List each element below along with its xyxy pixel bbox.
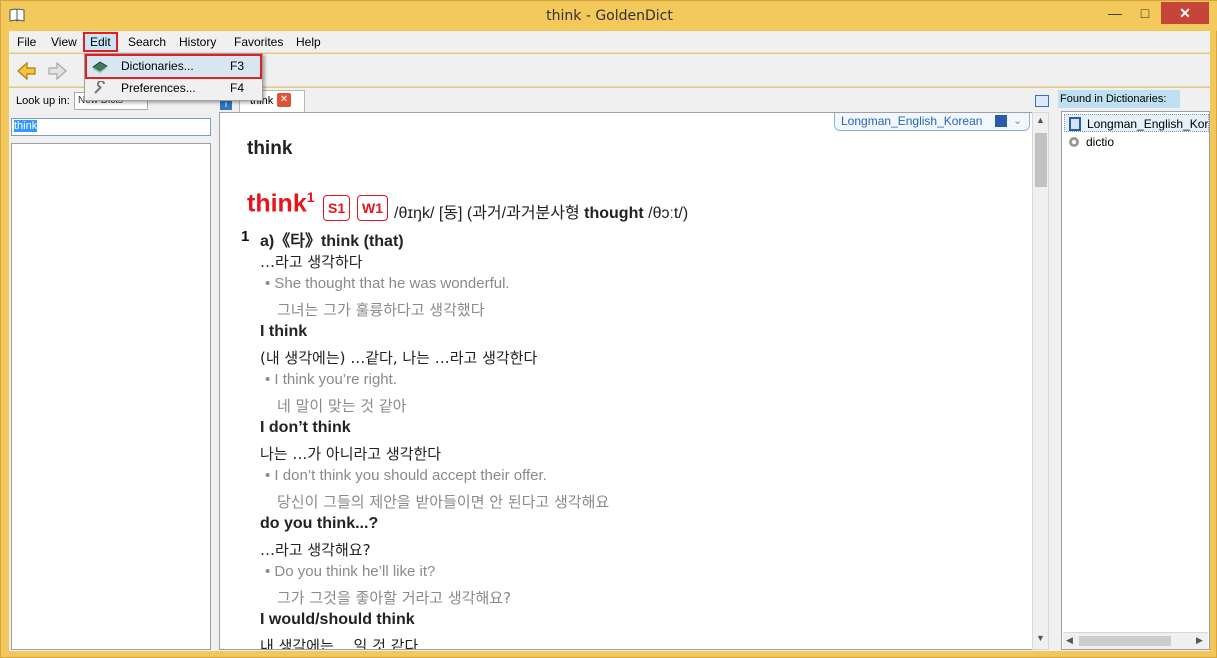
found-dictionary-item[interactable]: dictio xyxy=(1064,133,1209,151)
article-line-ko: (내 생각에는) …같다, 나는 …라고 생각한다 xyxy=(260,349,538,367)
dictionary-icon xyxy=(995,115,1007,127)
scroll-left-icon[interactable]: ◀ xyxy=(1066,635,1073,646)
article-line-ko: 내 생각에는 …일 것 같다 xyxy=(260,637,419,650)
tabs-menu-icon[interactable] xyxy=(1035,95,1049,107)
article-line-bold: I would/should think xyxy=(260,611,415,628)
article-line-ko: …라고 생각하다 xyxy=(260,253,363,271)
close-button[interactable]: ✕ xyxy=(1161,2,1209,24)
scrollbar-thumb[interactable] xyxy=(1035,133,1047,187)
wrench-icon xyxy=(94,81,105,94)
found-dictionary-item[interactable]: Longman_English_Korean xyxy=(1064,114,1209,132)
menu-item-label: Dictionaries... xyxy=(121,59,194,73)
menu-favorites[interactable]: Favorites xyxy=(229,34,288,50)
dictionary-badge-label: Longman_English_Korean xyxy=(841,114,983,128)
article-line-ex: • I think you’re right. xyxy=(265,371,397,388)
found-in-dictionaries-label: Found in Dictionaries: xyxy=(1058,90,1180,108)
past-pronunciation: /θɔːt/) xyxy=(643,205,689,222)
search-input-value: think xyxy=(14,120,38,132)
word-list[interactable] xyxy=(11,143,211,650)
article-line-exko: 당신이 그들의 제안을 받아들이면 안 된다고 생각해요 xyxy=(277,493,610,511)
menu-view[interactable]: View xyxy=(46,34,82,50)
article-line-exko: 네 말이 맞는 것 같아 xyxy=(277,397,407,415)
headword: think1 xyxy=(247,189,315,218)
menu-history[interactable]: History xyxy=(174,34,221,50)
menu-item-shortcut: F4 xyxy=(230,81,245,95)
article-line-bold: I don’t think xyxy=(260,419,351,436)
scroll-right-icon[interactable]: ▶ xyxy=(1196,635,1203,646)
menu-item-preferences[interactable]: Preferences... F4 xyxy=(87,78,260,99)
found-dictionaries-list: Longman_English_Korean dictio ◀ ▶ xyxy=(1061,111,1210,650)
menu-bar: File View Edit Search History Favorites … xyxy=(9,31,1210,53)
menu-item-dictionaries[interactable]: Dictionaries... F3 xyxy=(85,54,262,79)
tab-close-icon[interactable]: ✕ xyxy=(277,93,291,107)
article-line-exko: 그녀는 그가 훌륭하다고 생각했다 xyxy=(277,301,485,319)
back-arrow-icon[interactable] xyxy=(15,59,39,83)
article-line-ex: • Do you think he’ll like it? xyxy=(265,563,436,580)
dictionary-icon xyxy=(1069,117,1081,131)
menu-search[interactable]: Search xyxy=(123,34,171,50)
menu-edit[interactable]: Edit xyxy=(83,32,118,52)
scroll-up-icon[interactable]: ▲ xyxy=(1036,115,1045,125)
article-line-ko: 나는 …가 아니라고 생각한다 xyxy=(260,445,442,463)
article-scrollbar[interactable]: ▲ ▼ xyxy=(1032,112,1049,650)
article-title: think xyxy=(247,138,293,159)
article-line-bold: I think xyxy=(260,323,308,340)
article-line-exko: 그가 그것을 좋아할 거라고 생각해요? xyxy=(277,589,512,607)
found-dictionary-name: Longman_English_Korean xyxy=(1087,117,1209,131)
sense-number: 1 xyxy=(241,228,250,245)
found-dictionary-name: dictio xyxy=(1086,135,1115,149)
article-line-bold: a)《타》think (that) xyxy=(260,233,404,250)
menu-file[interactable]: File xyxy=(12,34,41,50)
dictionaries-icon xyxy=(92,61,108,73)
pronunciation: /θɪŋk/ [동] (과거/과거분사형 thought /θɔːt/) xyxy=(394,199,688,223)
article-line-ex: • She thought that he was wonderful. xyxy=(265,275,510,292)
article-line-ko: …라고 생각해요? xyxy=(260,541,371,559)
pronunciation-text: /θɪŋk/ [동] (과거/과거분사형 xyxy=(394,205,585,222)
headword-text: think xyxy=(247,189,307,218)
past-form: thought xyxy=(584,205,644,222)
maximize-button[interactable]: □ xyxy=(1131,2,1159,24)
title-bar: think - GoldenDict — □ ✕ xyxy=(1,1,1217,31)
forward-arrow-icon[interactable] xyxy=(45,59,69,83)
article-line-bold: do you think...? xyxy=(260,515,379,532)
search-input[interactable]: think xyxy=(11,118,211,136)
gear-icon xyxy=(1069,137,1079,147)
dictionary-badge[interactable]: Longman_English_Korean ⌄ xyxy=(834,113,1030,131)
level-badge-s1: S1 xyxy=(323,195,351,221)
headword-number: 1 xyxy=(306,189,315,205)
window-title: think - GoldenDict xyxy=(546,8,673,24)
lookup-label: Look up in: xyxy=(16,95,70,107)
menu-help[interactable]: Help xyxy=(291,34,326,50)
found-list-scrollbar[interactable]: ◀ ▶ xyxy=(1063,632,1208,649)
article-view[interactable]: Longman_English_Korean ⌄ think think1 S1… xyxy=(219,112,1033,650)
article-line-ex: • I don’t think you should accept their … xyxy=(265,467,547,484)
app-window: think - GoldenDict — □ ✕ File View Edit … xyxy=(0,0,1217,658)
minimize-button[interactable]: — xyxy=(1101,2,1129,24)
menu-item-label: Preferences... xyxy=(121,81,196,95)
edit-dropdown-menu: Dictionaries... F3 Preferences... F4 xyxy=(84,53,263,101)
scrollbar-thumb[interactable] xyxy=(1079,636,1171,646)
chevron-down-icon[interactable]: ⌄ xyxy=(1013,113,1022,129)
level-badge-w1: W1 xyxy=(357,195,388,221)
scroll-down-icon[interactable]: ▼ xyxy=(1036,633,1045,643)
menu-item-shortcut: F3 xyxy=(230,59,245,73)
